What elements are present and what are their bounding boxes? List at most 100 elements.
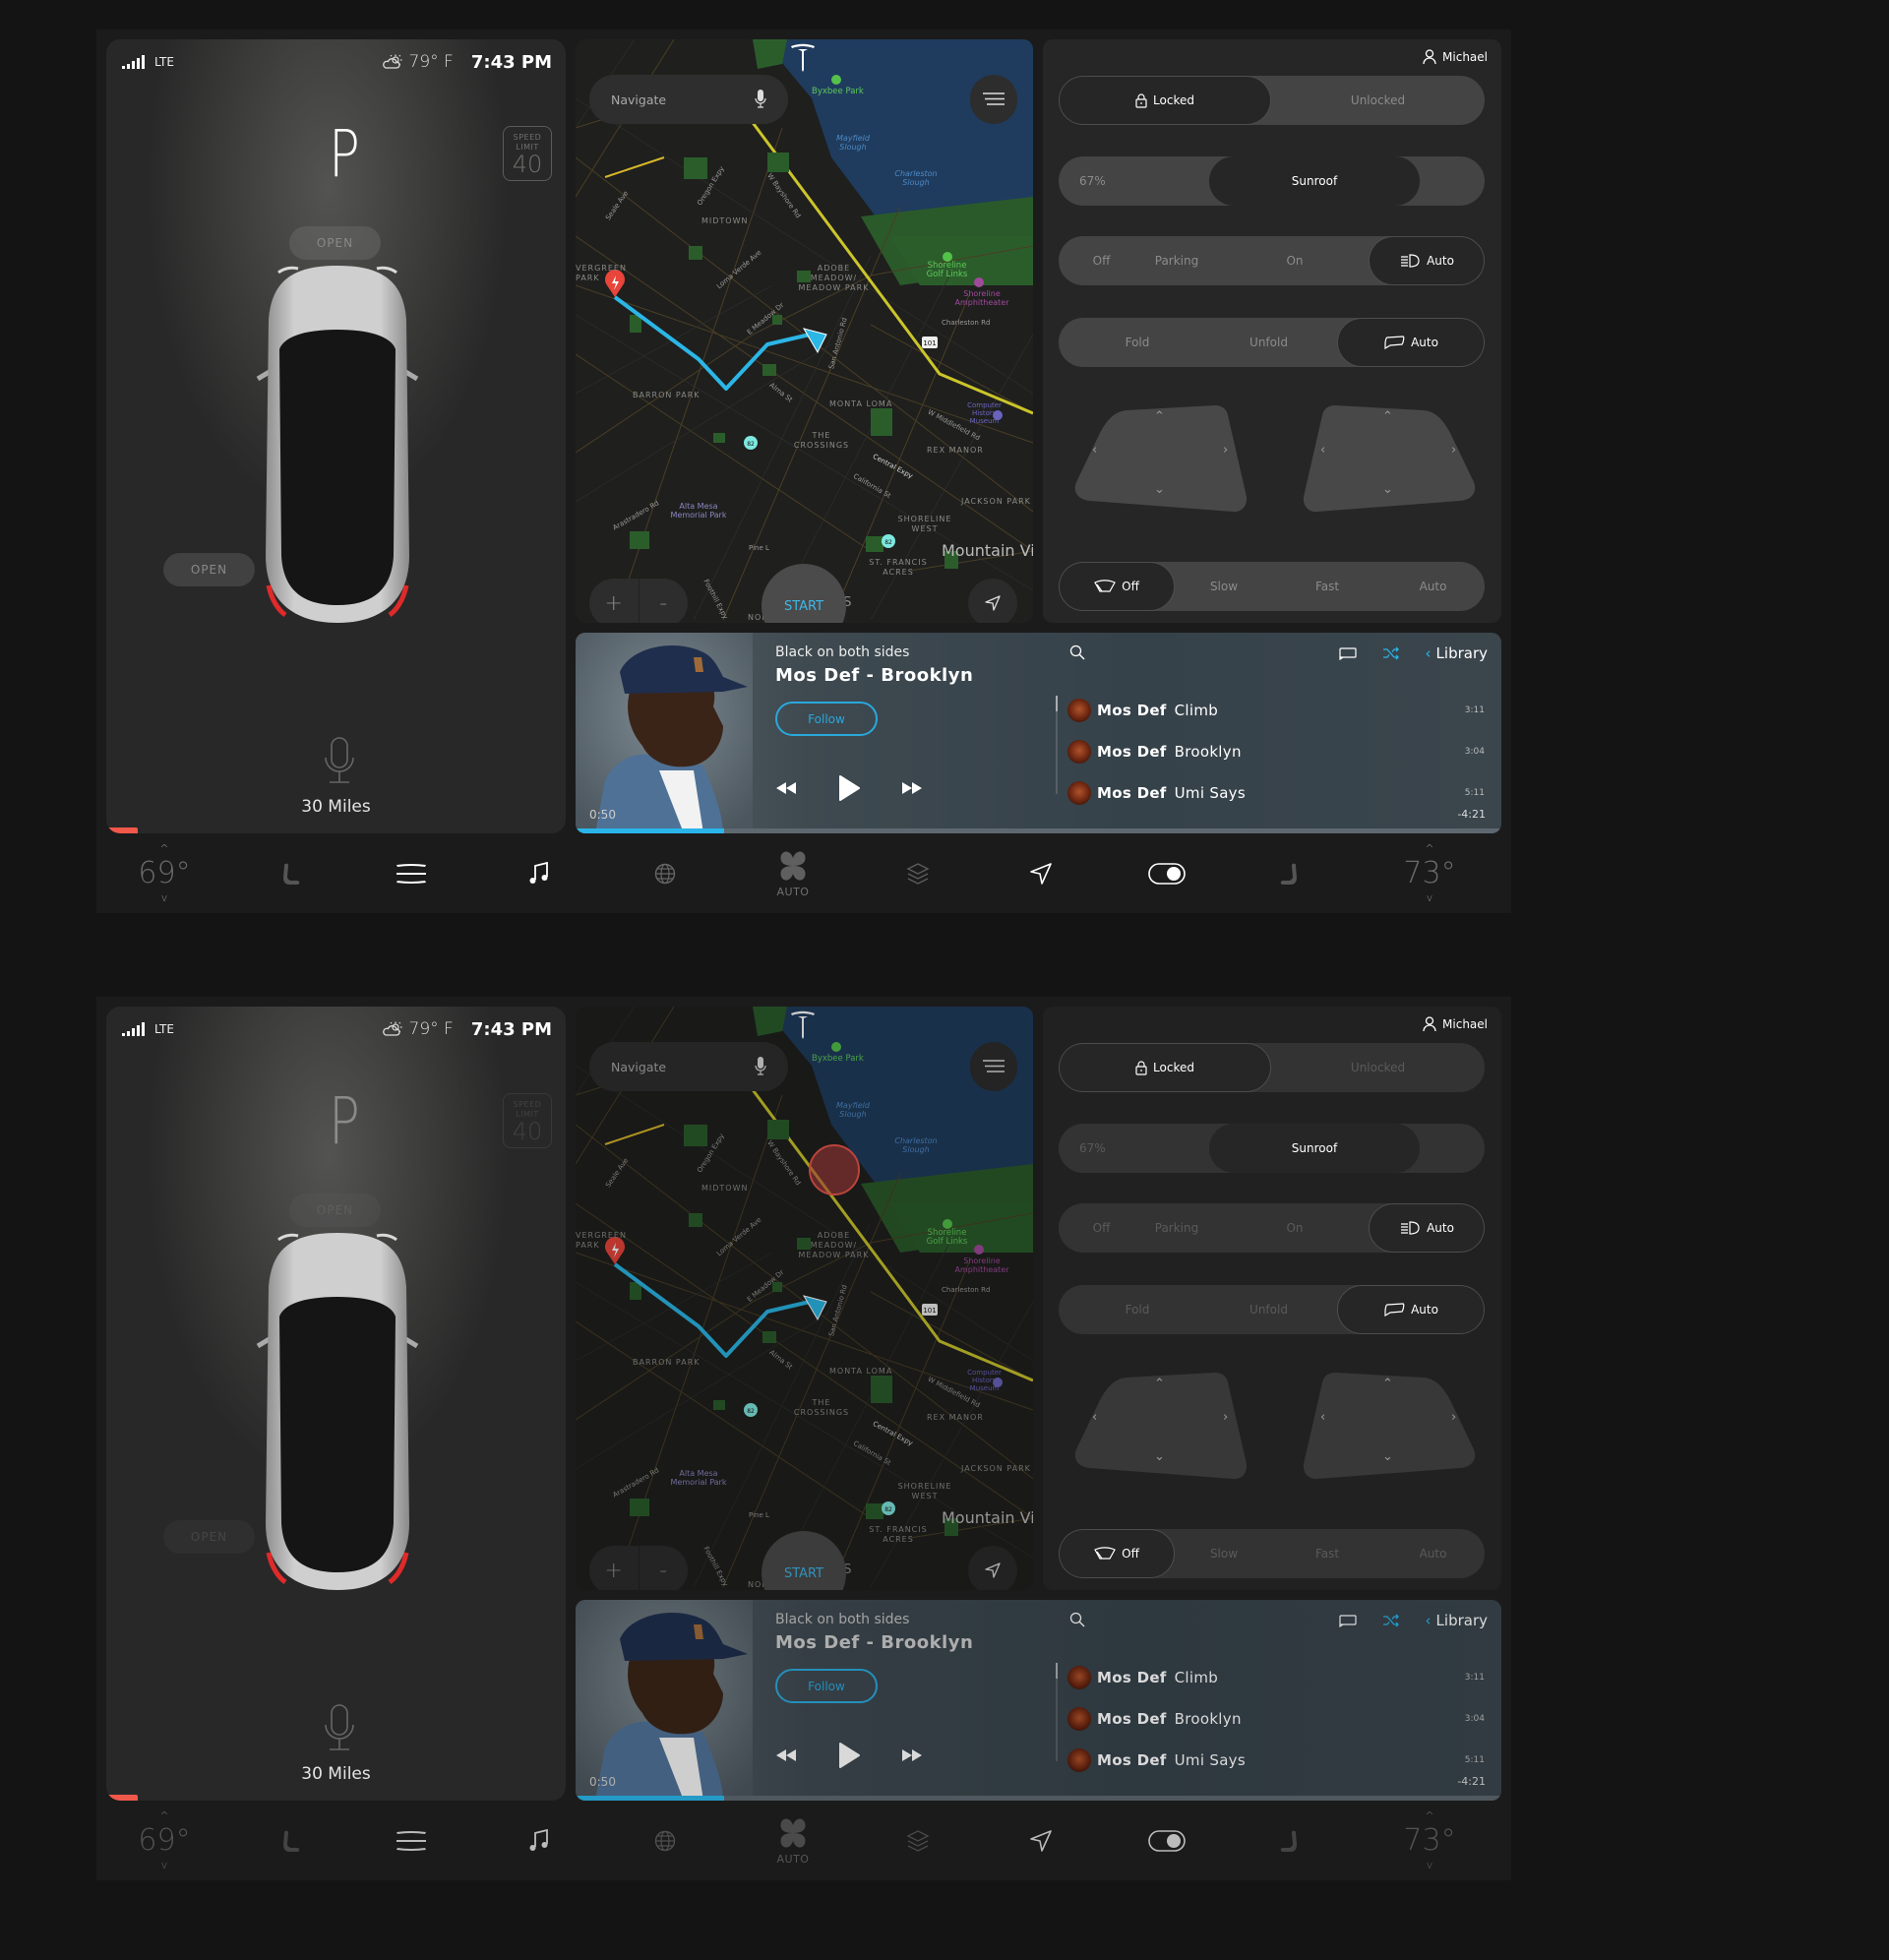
navigate-search-input[interactable]: Navigate [589, 75, 788, 124]
wiper-option-auto[interactable]: Auto [1381, 562, 1485, 611]
wiper-option-fast[interactable]: Fast [1273, 1529, 1381, 1578]
sunroof-handle[interactable]: Sunroof [1209, 156, 1420, 206]
navigate-search-input[interactable]: Navigate [589, 1042, 788, 1091]
play-icon[interactable] [838, 775, 860, 801]
mirror-left-arrow[interactable]: ‹ [1092, 443, 1097, 458]
map-menu-button[interactable] [970, 75, 1017, 124]
apps-layers-button[interactable] [898, 833, 938, 913]
open-trunk-button[interactable]: OPEN [163, 1520, 255, 1554]
playlist-item[interactable]: Mos Def Umi Says 5:11 [1067, 772, 1491, 814]
right-mirror-adjust-pad[interactable]: ⌃ ‹ › ⌄ [1301, 1371, 1478, 1488]
mirror-option-unfold[interactable]: Unfold [1216, 1285, 1321, 1334]
lock-option-unlocked[interactable]: Unlocked [1271, 76, 1485, 125]
wiper-option-slow[interactable]: Slow [1175, 562, 1273, 611]
lights-option-off[interactable]: Off [1070, 1203, 1132, 1253]
playlist-item[interactable]: Mos Def Climb 3:11 [1067, 1657, 1491, 1698]
fast-forward-icon[interactable] [901, 1748, 923, 1762]
passenger-seat-heat-button[interactable] [1269, 833, 1309, 913]
wiper-option-fast[interactable]: Fast [1273, 562, 1381, 611]
controls-toggle[interactable] [1144, 1801, 1189, 1880]
recenter-button[interactable] [968, 579, 1017, 623]
library-link[interactable]: ‹ Library [1426, 644, 1488, 662]
voice-command-icon[interactable] [323, 1703, 356, 1754]
mirror-option-auto[interactable]: Auto [1337, 1285, 1485, 1334]
app-launcher-button[interactable] [392, 1801, 431, 1880]
search-icon[interactable] [1069, 644, 1085, 660]
fan-auto-button[interactable]: AUTO [768, 1801, 818, 1880]
open-frunk-button[interactable]: OPEN [289, 226, 381, 260]
media-app-button[interactable] [519, 833, 559, 913]
left-mirror-adjust-pad[interactable]: ⌃ ‹ › ⌄ [1072, 1371, 1249, 1488]
mirror-up-arrow[interactable]: ⌃ [1382, 1377, 1393, 1391]
passenger-seat-heat-button[interactable] [1269, 1801, 1309, 1880]
sunroof-slider[interactable]: 67% Sunroof [1059, 1124, 1485, 1173]
lights-option-parking[interactable]: Parking [1132, 1203, 1221, 1253]
mirror-up-arrow[interactable]: ⌃ [1382, 409, 1393, 424]
sunroof-slider[interactable]: 67% Sunroof [1059, 156, 1485, 206]
wiper-option-auto[interactable]: Auto [1381, 1529, 1485, 1578]
navigation-map[interactable]: 101 82 82 Byxbee Park Mayfield Slough Ch… [576, 1007, 1033, 1590]
temp-down-chevron-icon[interactable]: v [161, 891, 168, 904]
lock-option-locked[interactable]: Locked [1059, 76, 1271, 125]
microphone-icon[interactable] [755, 1057, 766, 1076]
mirror-right-arrow[interactable]: › [1451, 1410, 1456, 1425]
temp-down-chevron-icon[interactable]: v [161, 1859, 168, 1871]
temp-up-chevron-icon[interactable]: ^ [159, 842, 168, 855]
rewind-icon[interactable] [775, 1748, 797, 1762]
rewind-icon[interactable] [775, 781, 797, 795]
temp-up-chevron-icon[interactable]: ^ [159, 1809, 168, 1822]
map-menu-button[interactable] [970, 1042, 1017, 1091]
repeat-icon[interactable] [1338, 1614, 1357, 1627]
mirror-down-arrow[interactable]: ⌄ [1154, 482, 1165, 497]
mirror-option-fold[interactable]: Fold [1059, 1285, 1216, 1334]
fan-auto-button[interactable]: AUTO [768, 833, 818, 913]
shuffle-icon[interactable] [1382, 1614, 1400, 1627]
zoom-out-button[interactable]: - [640, 1546, 689, 1590]
navigation-map[interactable]: 101 82 82 Byxbee Park Mayfield Slough Ch… [576, 39, 1033, 623]
lights-option-on[interactable]: On [1221, 236, 1369, 285]
follow-button[interactable]: Follow [775, 1669, 878, 1703]
driver-profile[interactable]: Michael [1423, 49, 1488, 64]
zoom-in-button[interactable]: + [589, 579, 640, 623]
lights-option-auto[interactable]: Auto [1369, 236, 1485, 285]
lights-option-auto[interactable]: Auto [1369, 1203, 1485, 1253]
mirror-option-unfold[interactable]: Unfold [1216, 318, 1321, 367]
left-mirror-adjust-pad[interactable]: ⌃ ‹ › ⌄ [1072, 403, 1249, 521]
mirror-up-arrow[interactable]: ⌃ [1154, 409, 1165, 424]
play-icon[interactable] [838, 1743, 860, 1768]
app-launcher-button[interactable] [392, 833, 431, 913]
apps-layers-button[interactable] [898, 1801, 938, 1880]
mirror-down-arrow[interactable]: ⌄ [1382, 482, 1393, 497]
mirror-left-arrow[interactable]: ‹ [1320, 443, 1325, 458]
wiper-option-off[interactable]: Off [1059, 1529, 1175, 1578]
wiper-option-slow[interactable]: Slow [1175, 1529, 1273, 1578]
driver-temperature-control[interactable]: ^ 69° v [130, 1801, 199, 1880]
microphone-icon[interactable] [755, 90, 766, 109]
controls-toggle[interactable] [1144, 833, 1189, 913]
playlist-item[interactable]: Mos Def Brooklyn 3:04 [1067, 731, 1491, 772]
playlist-item[interactable]: Mos Def Umi Says 5:11 [1067, 1740, 1491, 1781]
navigation-button[interactable] [1021, 1801, 1061, 1880]
mirror-down-arrow[interactable]: ⌄ [1382, 1449, 1393, 1464]
navigation-button[interactable] [1021, 833, 1061, 913]
sunroof-handle[interactable]: Sunroof [1209, 1124, 1420, 1173]
open-trunk-button[interactable]: OPEN [163, 553, 255, 586]
voice-command-icon[interactable] [323, 736, 356, 787]
temp-up-chevron-icon[interactable]: ^ [1425, 842, 1433, 855]
passenger-temperature-control[interactable]: ^ 73° v [1395, 1801, 1464, 1880]
mirror-up-arrow[interactable]: ⌃ [1154, 1377, 1165, 1391]
fast-forward-icon[interactable] [901, 781, 923, 795]
mirror-right-arrow[interactable]: › [1223, 443, 1228, 458]
recenter-button[interactable] [968, 1546, 1017, 1590]
open-frunk-button[interactable]: OPEN [289, 1194, 381, 1227]
follow-button[interactable]: Follow [775, 702, 878, 736]
lights-option-parking[interactable]: Parking [1132, 236, 1221, 285]
temp-down-chevron-icon[interactable]: v [1427, 1859, 1433, 1871]
playlist-item[interactable]: Mos Def Climb 3:11 [1067, 690, 1491, 731]
mirror-right-arrow[interactable]: › [1451, 443, 1456, 458]
temp-down-chevron-icon[interactable]: v [1427, 891, 1433, 904]
shuffle-icon[interactable] [1382, 646, 1400, 660]
right-mirror-adjust-pad[interactable]: ⌃ ‹ › ⌄ [1301, 403, 1478, 521]
passenger-temperature-control[interactable]: ^ 73° v [1395, 833, 1464, 913]
zoom-in-button[interactable]: + [589, 1546, 640, 1590]
